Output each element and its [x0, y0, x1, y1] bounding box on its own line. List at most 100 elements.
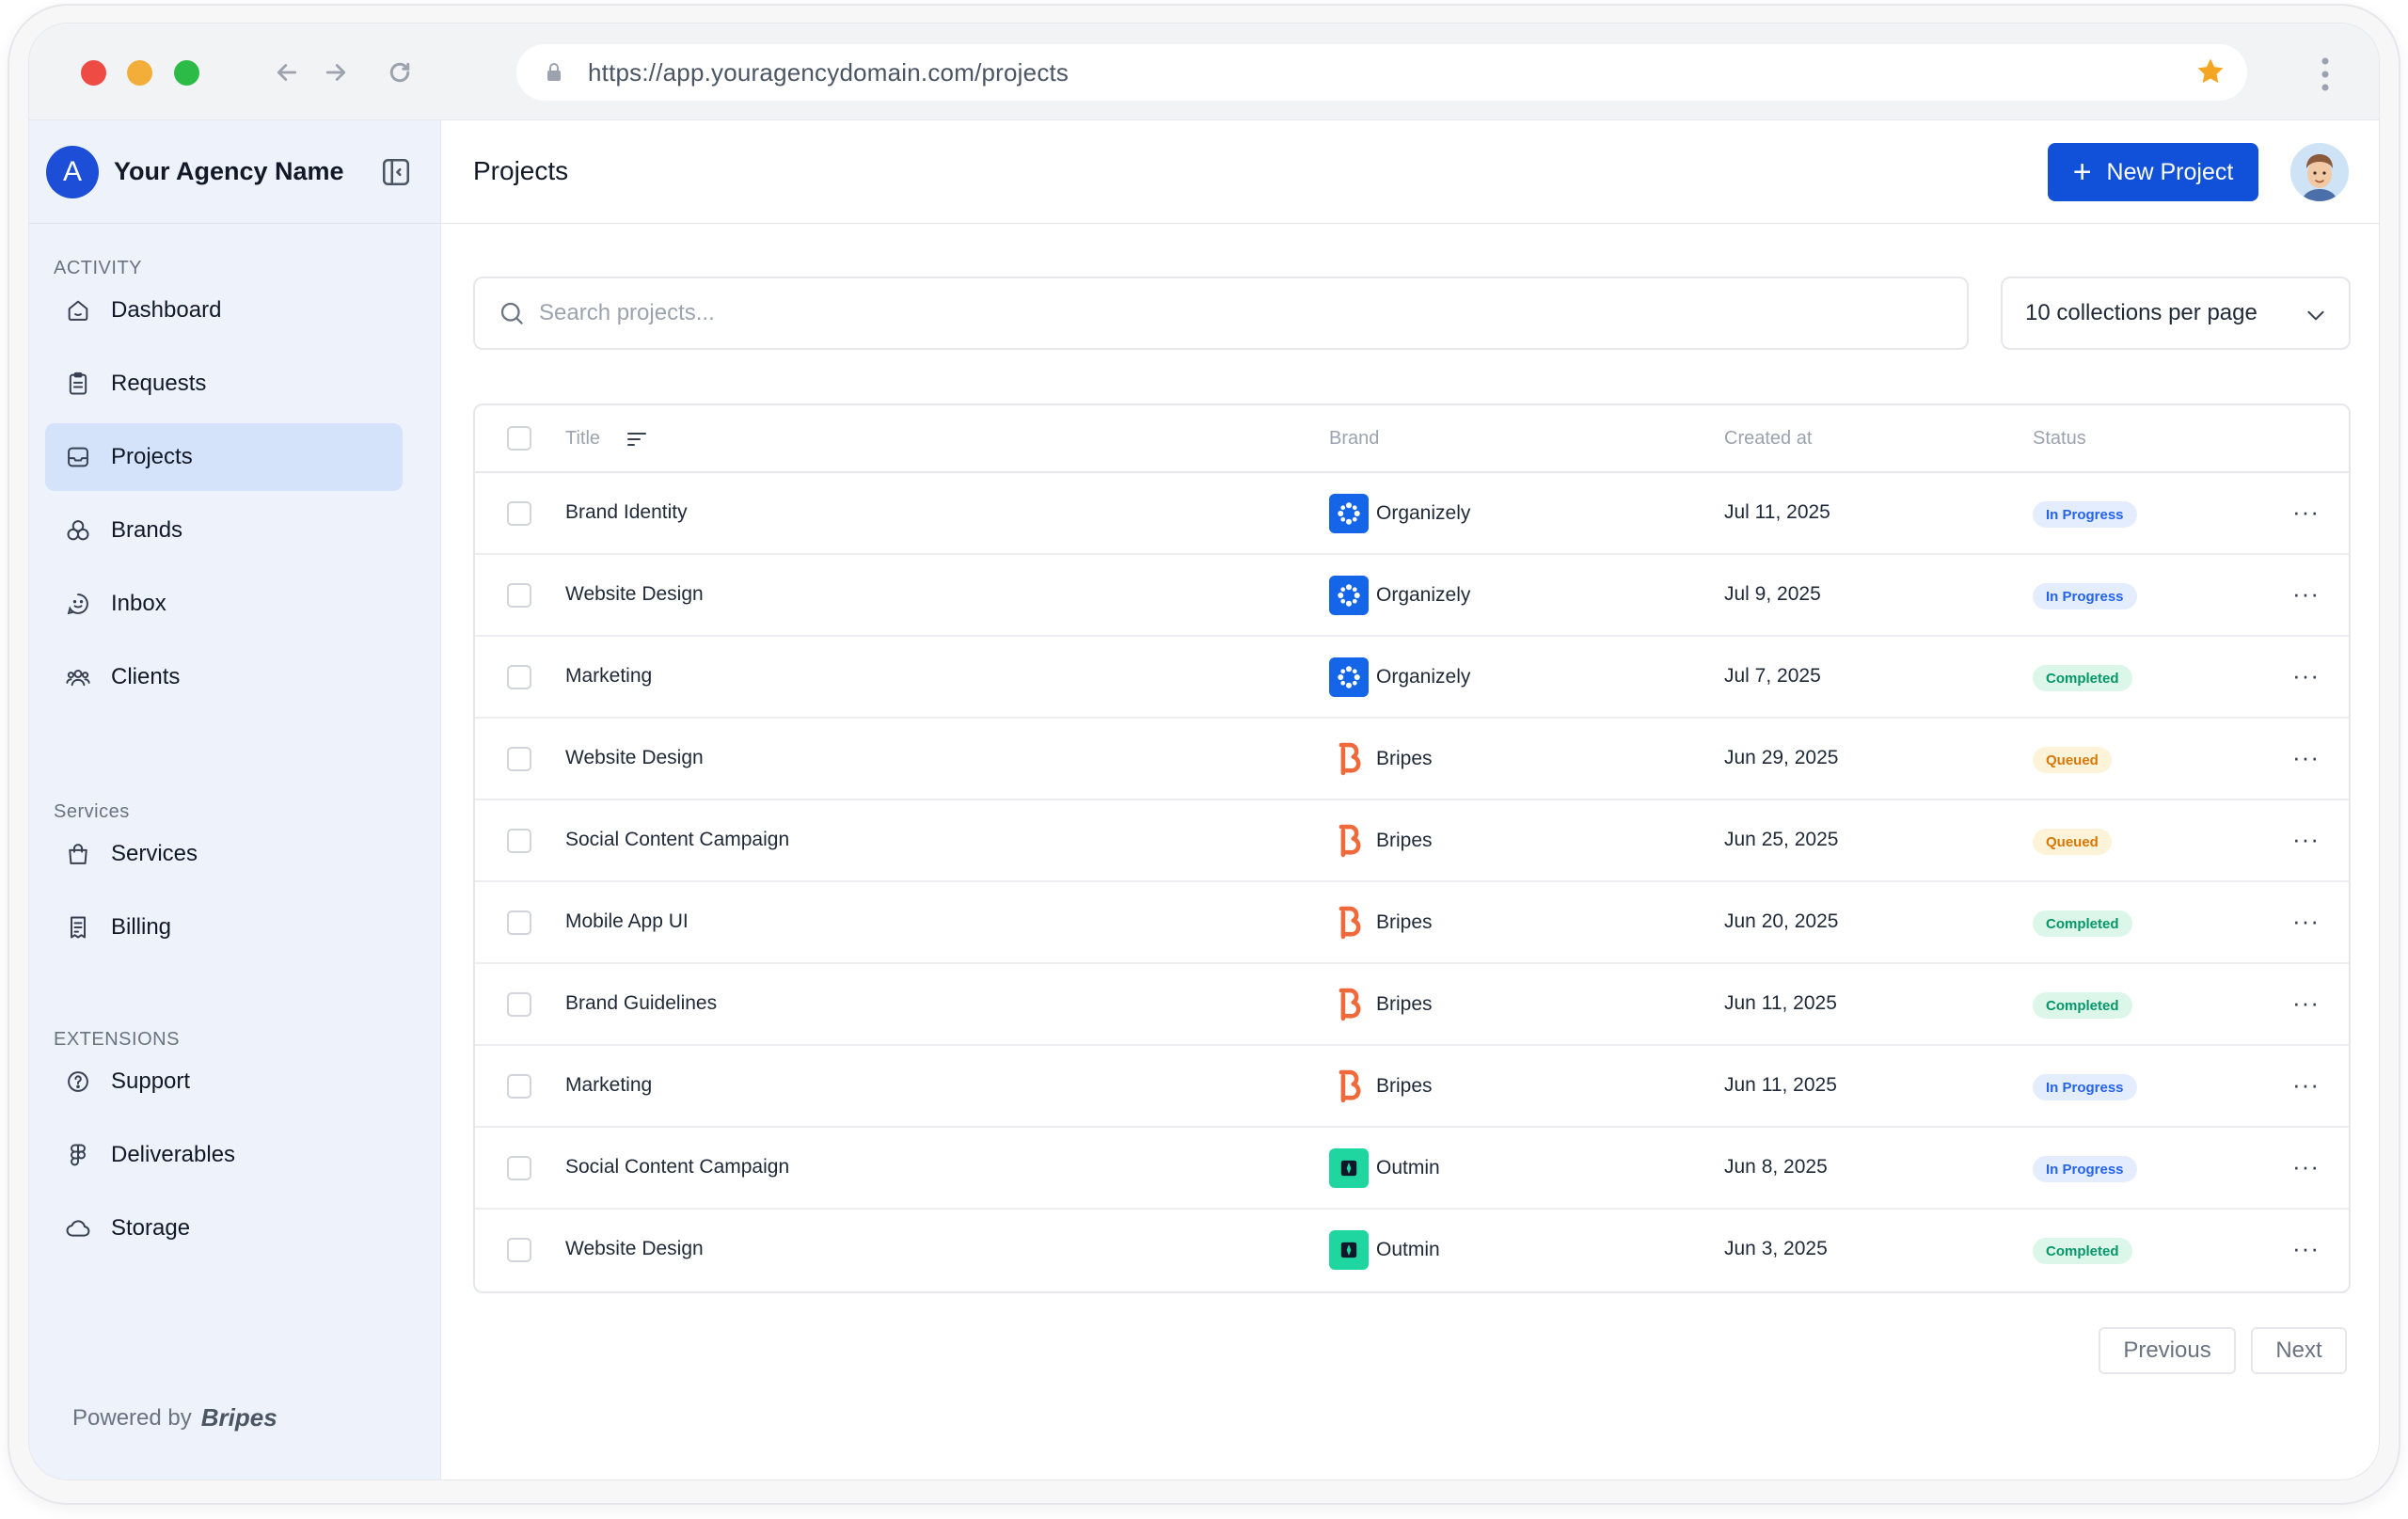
table-row[interactable]: Brand Identity Organizely Jul 11, 2025 In P…	[475, 473, 2349, 555]
project-title[interactable]: Brand Guidelines	[565, 992, 717, 1015]
sidebar-item-label: Billing	[111, 914, 172, 940]
sidebar-item-label: Support	[111, 1068, 191, 1094]
project-title[interactable]: Brand Identity	[565, 501, 688, 524]
table-row[interactable]: Website Design Bripes Jun 29, 2025 Queued ··…	[475, 719, 2349, 800]
row-checkbox[interactable]	[507, 829, 531, 853]
bookmark-star-icon[interactable]	[2194, 55, 2226, 87]
sidebar-item-storage[interactable]: Storage	[45, 1195, 403, 1262]
created-date: Jul 9, 2025	[1724, 583, 1821, 605]
column-title[interactable]: Title	[565, 428, 600, 450]
row-actions-icon[interactable]: ···	[2292, 581, 2320, 606]
bripes-logo-icon	[1329, 985, 1369, 1024]
circles-icon	[64, 516, 92, 545]
close-window-button[interactable]	[81, 60, 106, 86]
reload-icon[interactable]	[381, 54, 419, 91]
table-row[interactable]: Website Design Outmin Jun 3, 2025 Completed…	[475, 1210, 2349, 1291]
bripes-logo-icon	[1329, 903, 1369, 942]
created-date: Jun 25, 2025	[1724, 829, 1839, 850]
sidebar-item-brands[interactable]: Brands	[45, 497, 403, 564]
brand-cell: Bripes	[1329, 1067, 1433, 1106]
sidebar-item-services[interactable]: Services	[45, 820, 403, 888]
row-actions-icon[interactable]: ···	[2292, 499, 2320, 524]
brand-cell: Outmin	[1329, 1148, 1440, 1188]
sidebar-item-billing[interactable]: Billing	[45, 894, 403, 961]
bag-icon	[64, 840, 92, 868]
next-page-button[interactable]: Next	[2251, 1327, 2347, 1374]
row-actions-icon[interactable]: ···	[2292, 1236, 2320, 1260]
powered-by: Powered by Bripes	[72, 1403, 277, 1432]
previous-page-button[interactable]: Previous	[2099, 1327, 2236, 1374]
sidebar-item-label: Brands	[111, 517, 183, 543]
row-checkbox[interactable]	[507, 583, 531, 608]
project-title[interactable]: Mobile App UI	[565, 910, 689, 933]
search-input[interactable]: Search projects...	[473, 277, 1969, 350]
sidebar-item-projects[interactable]: Projects	[45, 423, 403, 491]
per-page-select[interactable]: 10 collections per page	[2001, 277, 2351, 350]
row-checkbox[interactable]	[507, 665, 531, 689]
sidebar-item-clients[interactable]: Clients	[45, 643, 403, 711]
row-checkbox[interactable]	[507, 747, 531, 771]
select-all-checkbox[interactable]	[507, 426, 531, 451]
sidebar-item-label: Projects	[111, 444, 193, 469]
brand-name: Bripes	[1376, 993, 1433, 1015]
cloud-icon	[64, 1214, 92, 1242]
brand-cell: Organizely	[1329, 576, 1470, 615]
project-title[interactable]: Social Content Campaign	[565, 1156, 789, 1179]
users-icon	[64, 663, 92, 691]
brand-cell: Outmin	[1329, 1230, 1440, 1270]
forward-arrow-icon[interactable]	[317, 54, 355, 91]
table-row[interactable]: Website Design Organizely Jul 9, 2025 In Pr…	[475, 555, 2349, 637]
brand-name: Bripes	[1376, 748, 1433, 769]
sidebar-item-requests[interactable]: Requests	[45, 350, 403, 418]
status-badge: Completed	[2033, 665, 2132, 691]
project-title[interactable]: Website Design	[565, 747, 704, 769]
project-title[interactable]: Website Design	[565, 583, 704, 606]
bripes-logo-icon	[1329, 1067, 1369, 1106]
created-date: Jun 3, 2025	[1724, 1238, 1828, 1259]
project-title[interactable]: Website Design	[565, 1238, 704, 1260]
row-actions-icon[interactable]: ···	[2292, 990, 2320, 1015]
sidebar-item-deliverables[interactable]: Deliverables	[45, 1121, 403, 1189]
table-row[interactable]: Mobile App UI Bripes Jun 20, 2025 Completed…	[475, 882, 2349, 964]
back-arrow-icon[interactable]	[268, 54, 306, 91]
clipboard-icon	[64, 370, 92, 398]
organizely-logo-icon	[1329, 657, 1369, 697]
sidebar-item-dashboard[interactable]: Dashboard	[45, 277, 403, 344]
status-badge: Queued	[2033, 747, 2112, 773]
new-project-button[interactable]: + New Project	[2048, 143, 2258, 201]
row-checkbox[interactable]	[507, 992, 531, 1017]
url-text: https://app.youragencydomain.com/project…	[588, 57, 1069, 87]
project-title[interactable]: Marketing	[565, 665, 652, 688]
table-row[interactable]: Marketing Bripes Jun 11, 2025 In Progress ··…	[475, 1046, 2349, 1128]
row-checkbox[interactable]	[507, 1238, 531, 1262]
address-bar[interactable]: https://app.youragencydomain.com/project…	[516, 44, 2247, 101]
row-checkbox[interactable]	[507, 910, 531, 935]
row-checkbox[interactable]	[507, 1156, 531, 1180]
row-actions-icon[interactable]: ···	[2292, 1154, 2320, 1179]
sidebar-toggle-icon[interactable]	[380, 156, 412, 188]
table-row[interactable]: Social Content Campaign Outmin Jun 8, 2025…	[475, 1128, 2349, 1210]
agency-name: Your Agency Name	[114, 157, 344, 185]
created-date: Jul 11, 2025	[1724, 501, 1830, 523]
sidebar-item-support[interactable]: Support	[45, 1048, 403, 1116]
table-row[interactable]: Marketing Organizely Jul 7, 2025 Completed ·…	[475, 637, 2349, 719]
powered-by-label: Powered by	[72, 1404, 192, 1431]
row-actions-icon[interactable]: ···	[2292, 745, 2320, 769]
table-row[interactable]: Social Content Campaign Bripes Jun 25, 202…	[475, 800, 2349, 882]
table-row[interactable]: Brand Guidelines Bripes Jun 11, 2025 Comple…	[475, 964, 2349, 1046]
minimize-window-button[interactable]	[127, 60, 152, 86]
project-title[interactable]: Marketing	[565, 1074, 652, 1097]
row-actions-icon[interactable]: ···	[2292, 663, 2320, 688]
row-checkbox[interactable]	[507, 501, 531, 526]
row-actions-icon[interactable]: ···	[2292, 909, 2320, 933]
sidebar-item-inbox[interactable]: Inbox	[45, 570, 403, 638]
row-actions-icon[interactable]: ···	[2292, 827, 2320, 851]
row-actions-icon[interactable]: ···	[2292, 1072, 2320, 1097]
user-avatar[interactable]	[2290, 143, 2349, 201]
maximize-window-button[interactable]	[174, 60, 199, 86]
project-title[interactable]: Social Content Campaign	[565, 829, 789, 851]
browser-menu-icon[interactable]	[2321, 55, 2330, 93]
row-checkbox[interactable]	[507, 1074, 531, 1099]
sort-icon[interactable]	[626, 428, 648, 451]
powered-by-brand[interactable]: Bripes	[201, 1403, 277, 1432]
